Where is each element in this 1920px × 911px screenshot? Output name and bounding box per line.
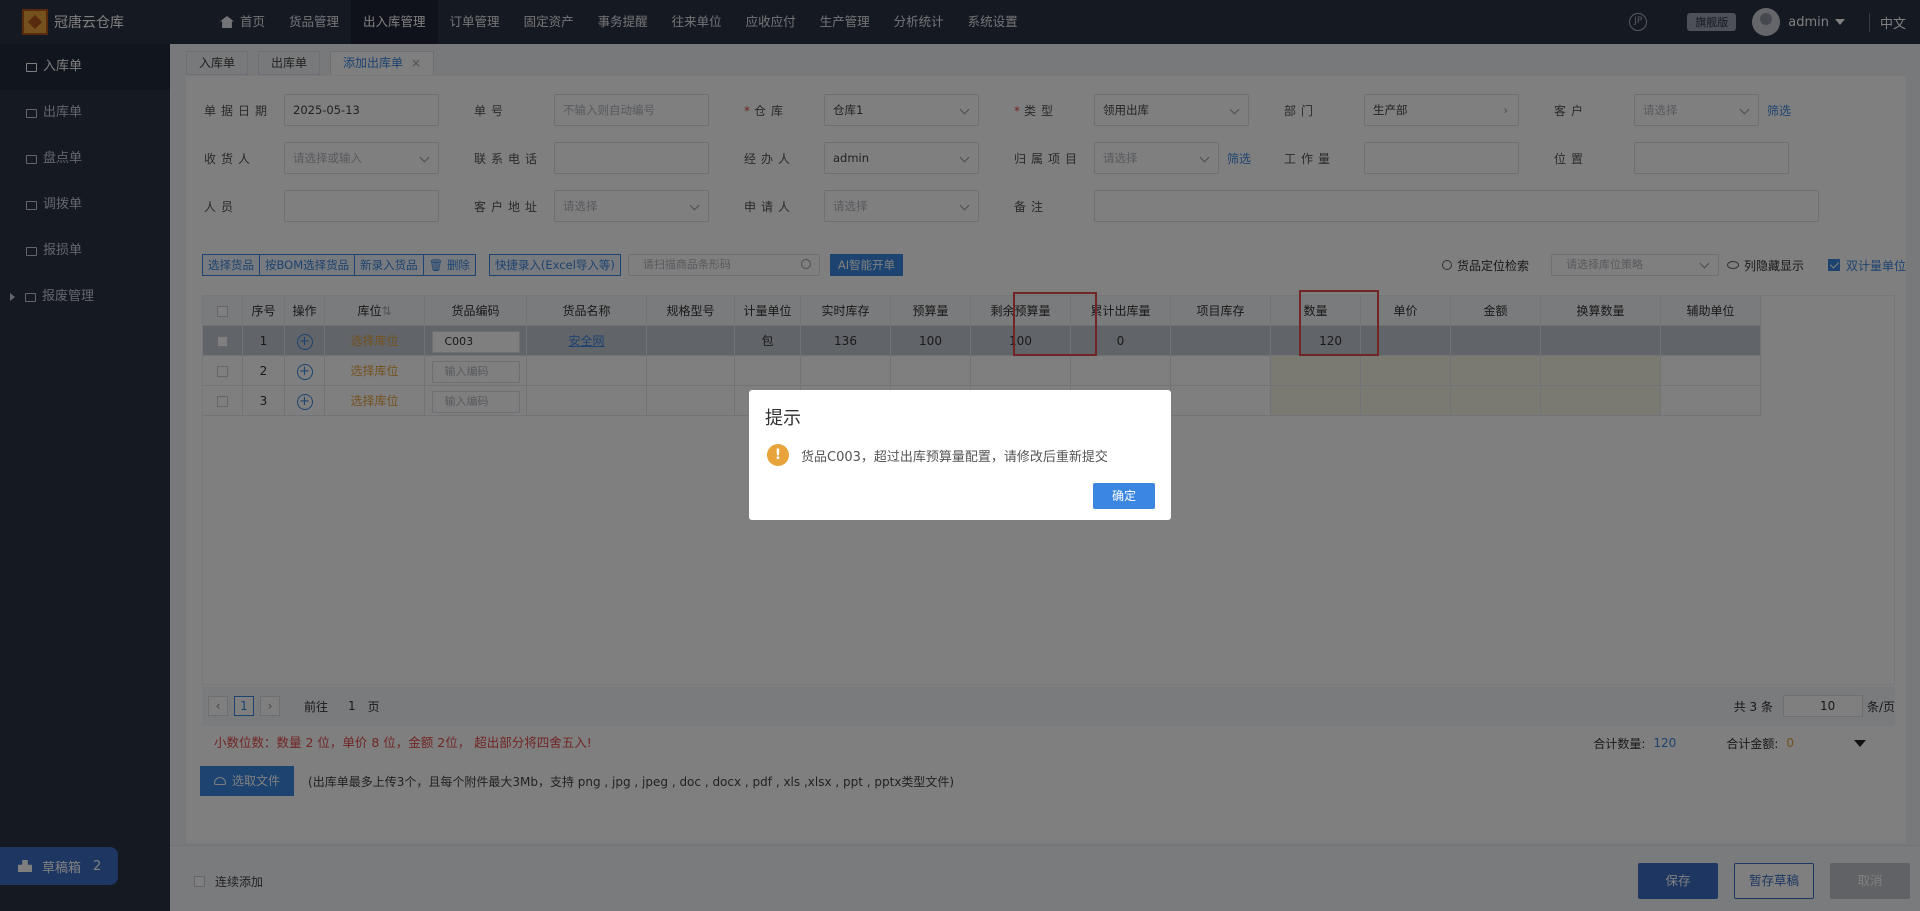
warning-icon: ! [767, 444, 789, 466]
alert-dialog: 提示 ! 货品C003，超过出库预算量配置，请修改后重新提交 确定 [749, 390, 1171, 520]
confirm-button[interactable]: 确定 [1093, 483, 1155, 509]
dialog-message: ! 货品C003，超过出库预算量配置，请修改后重新提交 [767, 444, 1108, 466]
dialog-title: 提示 [765, 408, 801, 429]
